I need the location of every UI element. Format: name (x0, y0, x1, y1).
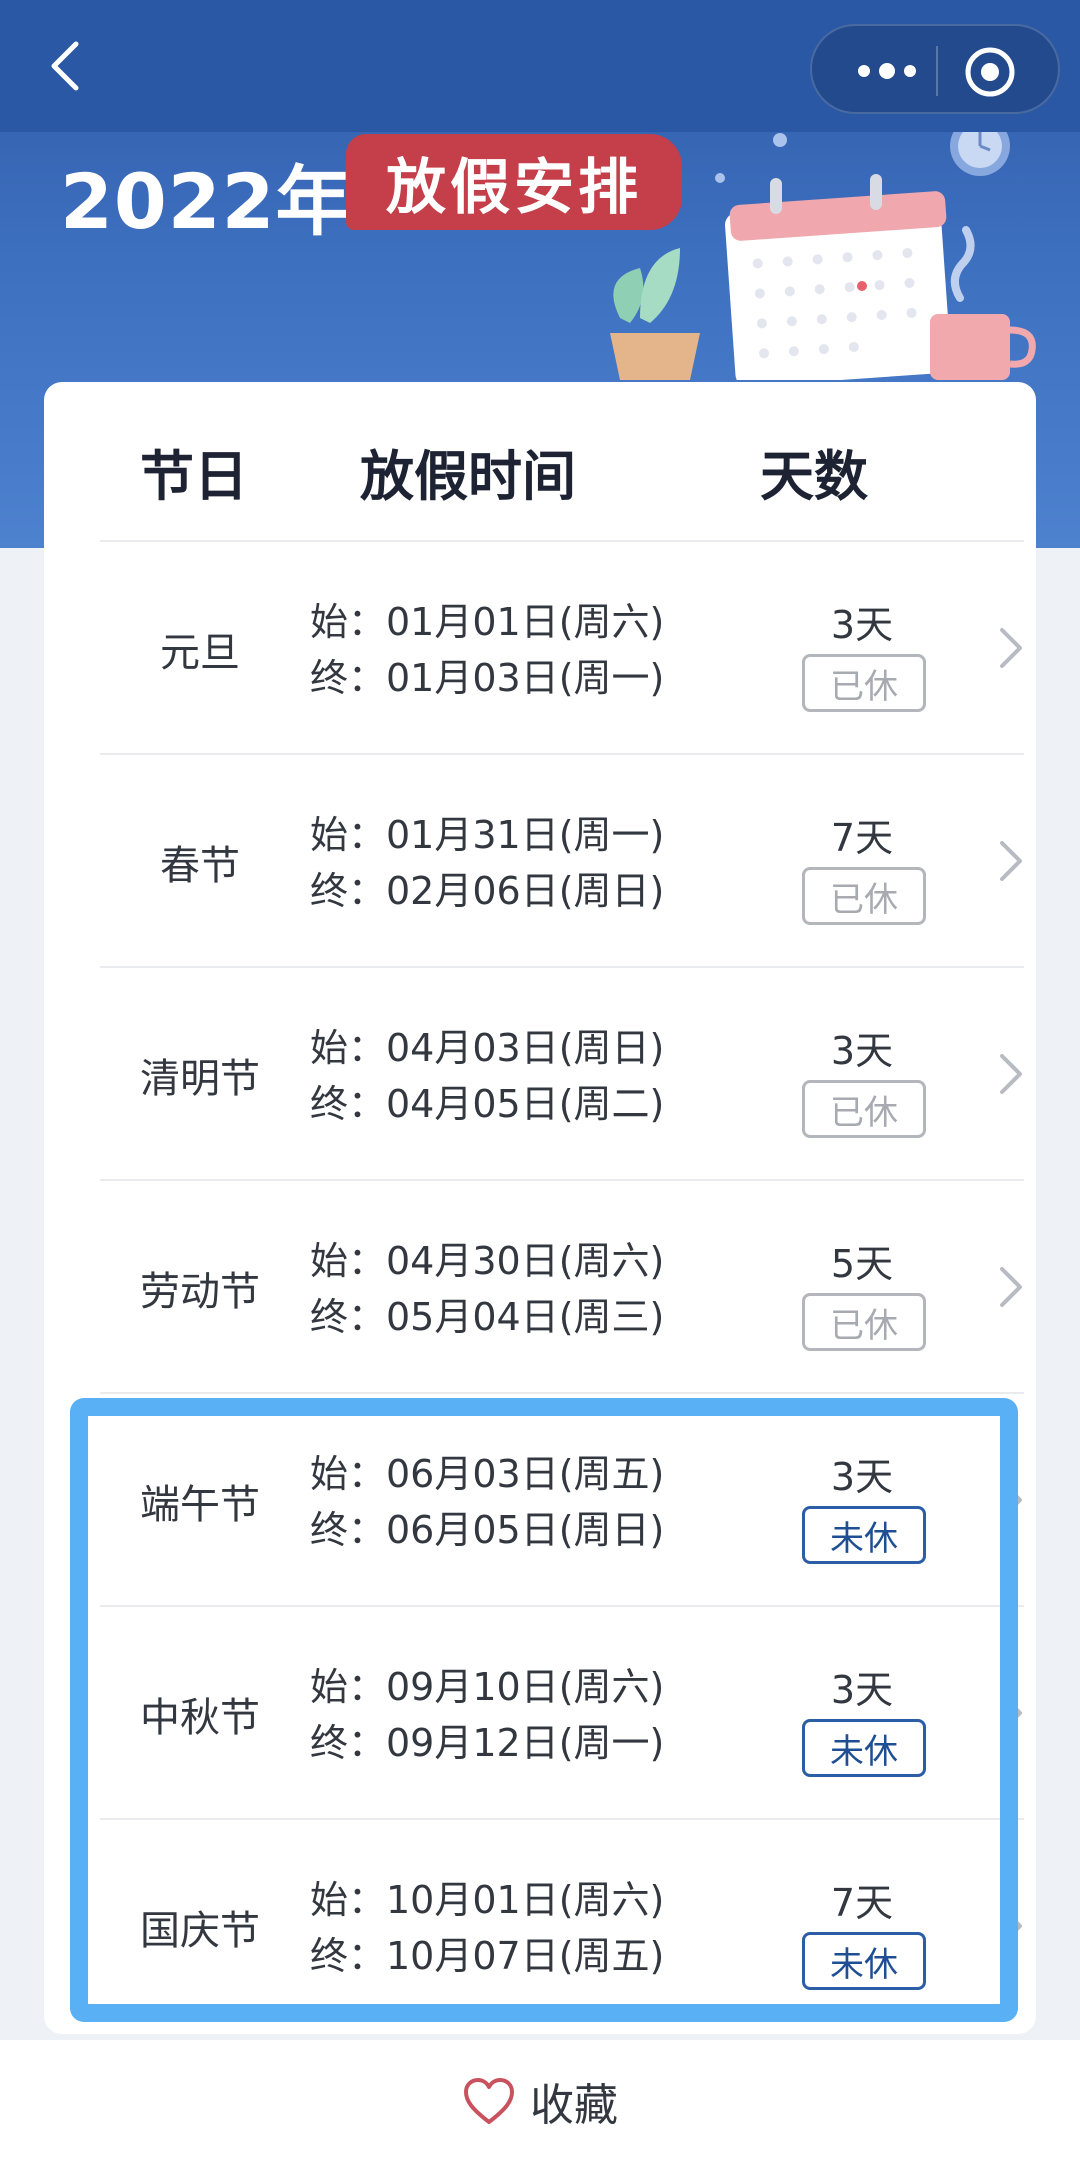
holiday-name: 中秋节 (140, 1694, 260, 1741)
close-target-icon[interactable] (962, 44, 1018, 100)
end-date: 终：04月05日(周二) (310, 1082, 665, 1126)
status-badge: 已休 (802, 1293, 926, 1351)
holiday-dates: 始：01月01日(周六) 终：01月03日(周一) (310, 594, 730, 706)
holiday-name: 端午节 (140, 1481, 260, 1528)
chevron-right-icon[interactable] (998, 626, 1024, 670)
table-row[interactable]: 国庆节 始：10月01日(周六) 终：10月07日(周五) 7天 未休 (100, 1818, 1024, 2031)
table-row[interactable]: 春节 始：01月31日(周一) 终：02月06日(周日) 7天 已休 (100, 753, 1024, 966)
table-row[interactable]: 劳动节 始：04月30日(周六) 终：05月04日(周三) 5天 已休 (100, 1179, 1024, 1392)
holiday-name: 春节 (160, 842, 240, 889)
chevron-right-icon[interactable] (998, 1691, 1024, 1735)
holiday-dates: 始：04月30日(周六) 终：05月04日(周三) (310, 1233, 730, 1345)
start-date: 始：09月10日(周六) (310, 1665, 665, 1709)
holiday-dates: 始：10月01日(周六) 终：10月07日(周五) (310, 1872, 730, 1984)
holiday-name: 清明节 (140, 1055, 260, 1102)
start-date: 始：01月01日(周六) (310, 600, 665, 644)
holiday-dates: 始：01月31日(周一) 终：02月06日(周日) (310, 807, 730, 919)
heart-icon (464, 2078, 514, 2124)
status-badge: 未休 (802, 1506, 926, 1564)
holiday-table-card: 节日 放假时间 天数 元旦 始：01月01日(周六) 终：01月03日(周一) … (44, 382, 1036, 2034)
column-header-days: 天数 (760, 445, 868, 508)
table-row[interactable]: 端午节 始：06月03日(周五) 终：06月05日(周日) 3天 未休 (100, 1392, 1024, 1605)
table-row[interactable]: 清明节 始：04月03日(周日) 终：04月05日(周二) 3天 已休 (100, 966, 1024, 1179)
banner-year: 2022年 (60, 157, 353, 246)
column-header-holiday: 节日 (140, 445, 248, 508)
holiday-days: 5天 (830, 1242, 894, 1286)
chevron-right-icon[interactable] (998, 839, 1024, 883)
column-header-time: 放假时间 (360, 445, 576, 508)
chevron-right-icon[interactable] (998, 1904, 1024, 1948)
miniprogram-capsule (810, 24, 1060, 114)
holiday-days: 7天 (830, 1881, 894, 1925)
status-badge: 未休 (802, 1719, 926, 1777)
capsule-divider (936, 46, 938, 96)
start-date: 始：06月03日(周五) (310, 1452, 665, 1496)
status-badge: 已休 (802, 654, 926, 712)
holiday-name: 国庆节 (140, 1907, 260, 1954)
start-date: 始：01月31日(周一) (310, 813, 665, 857)
holiday-dates: 始：06月03日(周五) 终：06月05日(周日) (310, 1446, 730, 1558)
end-date: 终：01月03日(周一) (310, 656, 665, 700)
chevron-right-icon[interactable] (998, 1052, 1024, 1096)
back-arrow-icon[interactable] (38, 36, 98, 96)
holiday-dates: 始：09月10日(周六) 终：09月12日(周一) (310, 1659, 730, 1771)
holiday-days: 3天 (830, 1668, 894, 1712)
table-header: 节日 放假时间 天数 (44, 382, 1036, 540)
more-icon[interactable] (842, 50, 932, 92)
favorite-label: 收藏 (530, 2080, 618, 2131)
chevron-right-icon[interactable] (998, 1265, 1024, 1309)
nav-bar (0, 0, 1080, 132)
table-row[interactable]: 元旦 始：01月01日(周六) 终：01月03日(周一) 3天 已休 (100, 540, 1024, 753)
start-date: 始：10月01日(周六) (310, 1878, 665, 1922)
table-row[interactable]: 中秋节 始：09月10日(周六) 终：09月12日(周一) 3天 未休 (100, 1605, 1024, 1818)
bottom-bar: 收藏 (0, 2040, 1080, 2162)
end-date: 终：02月06日(周日) (310, 869, 665, 913)
holiday-days: 7天 (830, 816, 894, 860)
end-date: 终：06月05日(周日) (310, 1508, 665, 1552)
end-date: 终：09月12日(周一) (310, 1721, 665, 1765)
holiday-dates: 始：04月03日(周日) 终：04月05日(周二) (310, 1020, 730, 1132)
favorite-button[interactable]: 收藏 (462, 2069, 618, 2133)
start-date: 始：04月03日(周日) (310, 1026, 665, 1070)
status-badge: 未休 (802, 1932, 926, 1990)
status-badge: 已休 (802, 1080, 926, 1138)
banner-tag: 放假安排 (346, 134, 682, 230)
holiday-days: 3天 (830, 1455, 894, 1499)
holiday-name: 劳动节 (140, 1268, 260, 1315)
end-date: 终：10月07日(周五) (310, 1934, 665, 1978)
holiday-days: 3天 (830, 1029, 894, 1073)
start-date: 始：04月30日(周六) (310, 1239, 665, 1283)
holiday-name: 元旦 (160, 629, 240, 676)
chevron-right-icon[interactable] (998, 1478, 1024, 1522)
status-badge: 已休 (802, 867, 926, 925)
holiday-days: 3天 (830, 603, 894, 647)
end-date: 终：05月04日(周三) (310, 1295, 665, 1339)
